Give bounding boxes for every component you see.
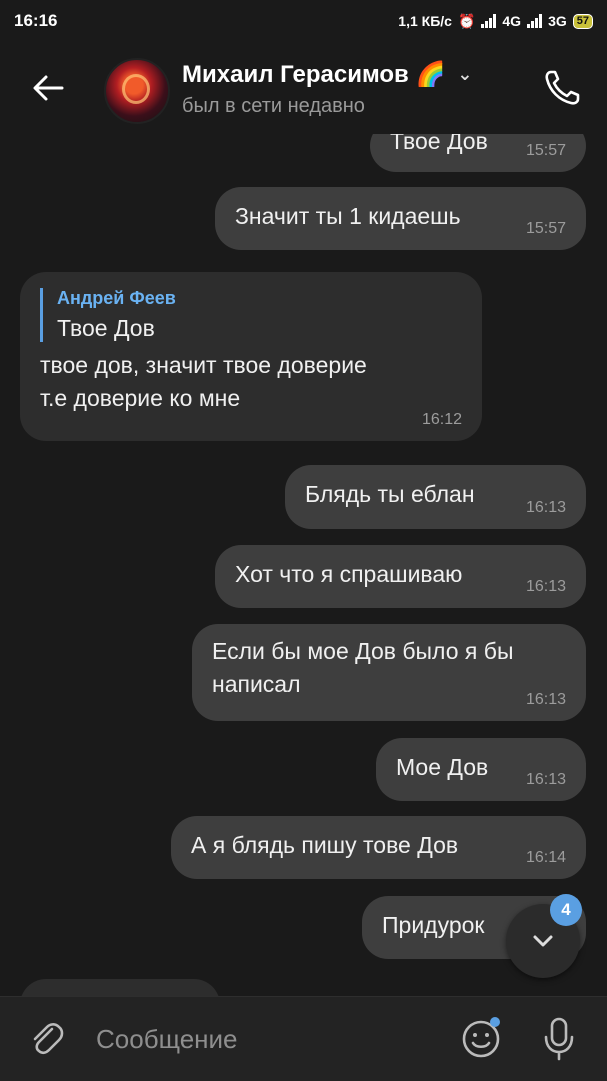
signal-icon xyxy=(481,14,497,28)
battery-icon: 57 xyxy=(572,13,593,29)
message-text-line: т.е доверие ко мне xyxy=(40,385,241,411)
contact-name[interactable]: Михаил Герасимов 🌈 ⌄ xyxy=(182,60,472,89)
alarm-icon: ⏰ xyxy=(457,12,476,29)
message-incoming[interactable]: Андрей Феев Твое Дов твое дов, значит тв… xyxy=(20,272,482,441)
message-outgoing[interactable]: Хот что я спрашиваю 16:13 xyxy=(215,545,586,608)
message-input[interactable]: Сообщение xyxy=(96,1024,238,1055)
unread-count-badge: 4 xyxy=(550,894,582,926)
status-time: 16:16 xyxy=(14,11,58,30)
message-outgoing[interactable]: Блядь ты еблан 16:13 xyxy=(285,465,586,529)
message-incoming[interactable] xyxy=(20,979,220,996)
message-outgoing[interactable]: А я блядь пишу тове Дов 16:14 xyxy=(171,816,586,879)
back-arrow-icon[interactable] xyxy=(26,66,70,110)
message-input-bar: Сообщение xyxy=(0,996,607,1081)
message-outgoing[interactable]: Мое Дов 16:13 xyxy=(376,738,586,801)
emoji-notification-dot xyxy=(490,1017,500,1027)
network-speed: 1,1 КБ/с xyxy=(398,13,452,29)
message-outgoing[interactable]: Твое Дов 15:57 xyxy=(370,134,586,172)
signal-icon-2 xyxy=(527,14,543,28)
network-type-2: 3G xyxy=(548,13,567,29)
avatar[interactable] xyxy=(104,58,170,124)
chat-header: Михаил Герасимов 🌈 ⌄ был в сети недавно xyxy=(0,42,607,134)
status-indicators: 1,1 КБ/с ⏰ 4G 3G 57 xyxy=(398,13,593,30)
status-bar: 16:16 1,1 КБ/с ⏰ 4G 3G 57 xyxy=(0,0,607,42)
message-text-line: твое дов, значит твое доверие xyxy=(40,352,367,378)
message-outgoing[interactable]: Если бы мое Дов было я бы написал 16:13 xyxy=(192,624,586,721)
attach-paperclip-icon[interactable] xyxy=(28,1019,68,1059)
reply-quote[interactable]: Андрей Феев Твое Дов xyxy=(40,288,462,342)
last-seen-status: был в сети недавно xyxy=(182,95,365,117)
chevron-down-icon: ⌄ xyxy=(457,64,473,84)
message-list[interactable]: Твое Дов 15:57 Значит ты 1 кидаешь 15:57… xyxy=(0,134,607,996)
message-outgoing[interactable]: Значит ты 1 кидаешь 15:57 xyxy=(215,187,586,250)
microphone-icon[interactable] xyxy=(538,1015,580,1063)
chevron-down-icon xyxy=(533,935,553,947)
network-type-1: 4G xyxy=(502,13,522,29)
phone-call-icon[interactable] xyxy=(540,66,584,110)
